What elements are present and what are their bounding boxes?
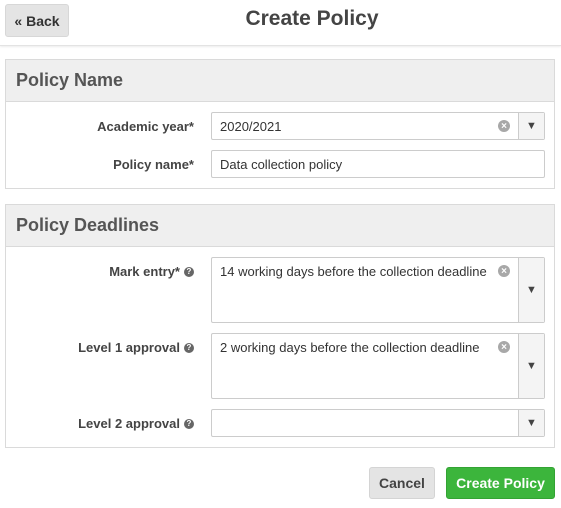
help-icon[interactable]: ? xyxy=(184,418,194,429)
create-policy-button[interactable]: Create Policy xyxy=(446,467,555,499)
help-icon[interactable]: ? xyxy=(184,266,194,277)
chevron-down-icon[interactable]: ▼ xyxy=(518,113,544,139)
clear-icon[interactable]: × xyxy=(498,341,510,353)
policy-deadlines-heading: Policy Deadlines xyxy=(6,205,554,247)
academic-year-select[interactable]: 2020/2021 × ▼ xyxy=(211,112,545,140)
policy-name-heading: Policy Name xyxy=(6,60,554,102)
academic-year-label: Academic year* xyxy=(97,119,194,134)
page-title: Create Policy xyxy=(245,7,379,30)
policy-deadlines-panel: Policy Deadlines Mark entry* ? 14 workin… xyxy=(5,204,555,448)
cancel-button[interactable]: Cancel xyxy=(369,467,435,499)
policy-name-input[interactable]: Data collection policy xyxy=(211,150,545,178)
level1-approval-value: 2 working days before the collection dea… xyxy=(220,340,480,355)
mark-entry-select[interactable]: 14 working days before the collection de… xyxy=(211,257,545,323)
chevron-down-icon[interactable]: ▼ xyxy=(518,334,544,398)
chevron-down-icon[interactable]: ▼ xyxy=(518,410,544,436)
policy-name-label: Policy name* xyxy=(113,157,194,172)
level2-approval-select[interactable]: ▼ xyxy=(211,409,545,437)
clear-icon[interactable]: × xyxy=(498,265,510,277)
level1-approval-label: Level 1 approval ? xyxy=(78,340,194,355)
mark-entry-value: 14 working days before the collection de… xyxy=(220,264,487,279)
policy-name-panel: Policy Name Academic year* 2020/2021 × ▼… xyxy=(5,59,555,189)
level1-approval-select[interactable]: 2 working days before the collection dea… xyxy=(211,333,545,399)
chevron-down-icon[interactable]: ▼ xyxy=(518,258,544,322)
clear-icon[interactable]: × xyxy=(498,120,510,132)
help-icon[interactable]: ? xyxy=(184,342,194,353)
academic-year-value: 2020/2021 xyxy=(220,119,282,134)
level2-approval-label: Level 2 approval ? xyxy=(78,416,194,431)
top-bar: « Back Create Policy xyxy=(0,0,561,46)
mark-entry-label: Mark entry* ? xyxy=(109,264,194,279)
